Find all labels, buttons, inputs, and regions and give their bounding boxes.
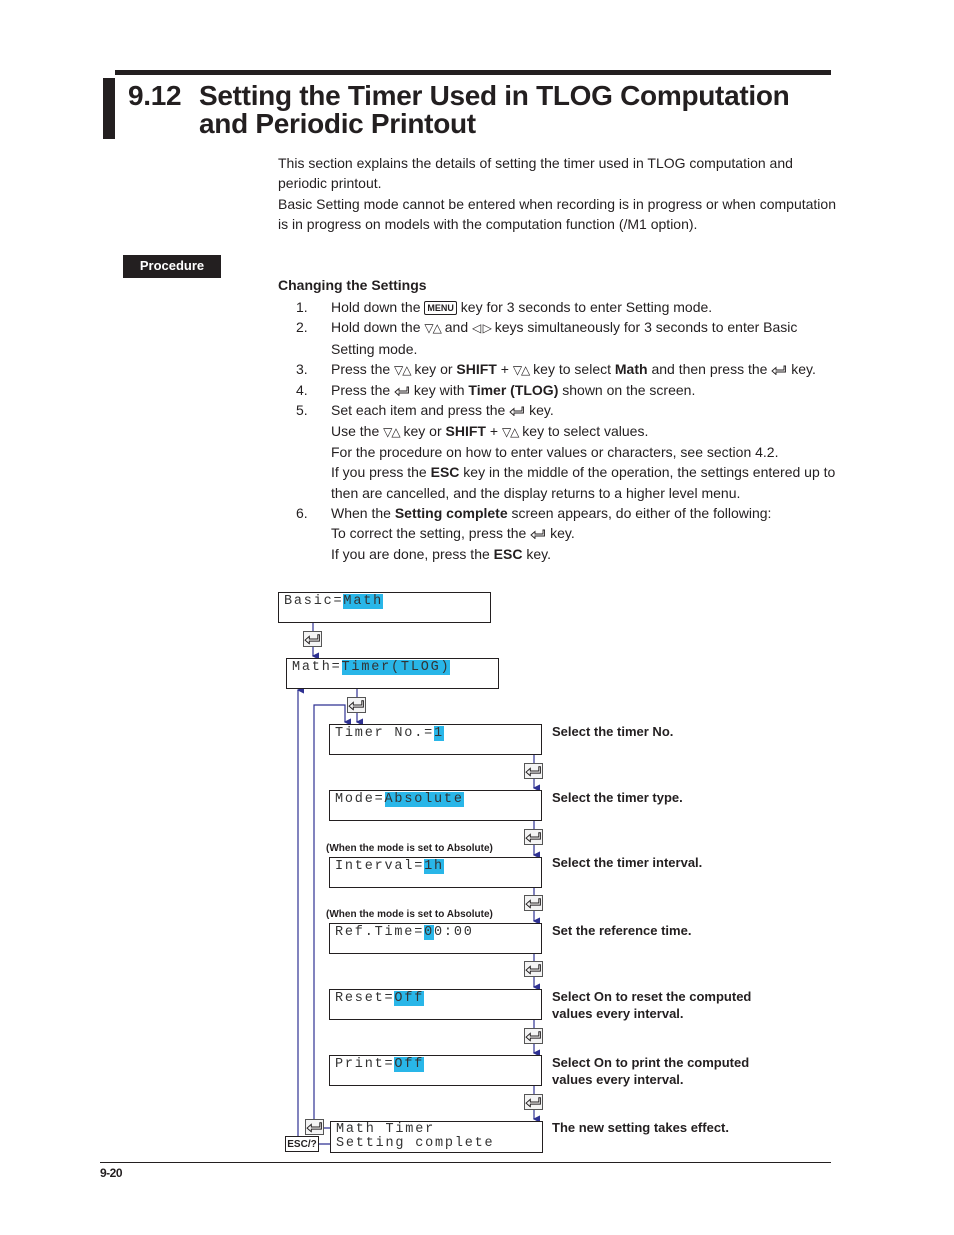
lcd-value: 1h — [424, 859, 444, 874]
lcd-value: Timer(TLOG) — [341, 660, 451, 675]
enter-key-icon — [303, 631, 322, 647]
lcd-value: Off — [394, 991, 425, 1006]
enter-key-icon — [524, 829, 543, 845]
enter-key-icon — [524, 1094, 543, 1110]
lcd-mode: Mode=Absolute — [329, 790, 542, 821]
desc-complete: The new setting takes effect. — [552, 1120, 729, 1135]
lcd-math: Math=Timer(TLOG) — [286, 658, 499, 689]
enter-key-icon — [524, 895, 543, 911]
desc-ref-time: Set the reference time. — [552, 923, 692, 938]
desc-timer-no: Select the timer No. — [552, 724, 674, 739]
desc-mode: Select the timer type. — [552, 790, 683, 805]
enter-key-icon — [305, 1119, 324, 1135]
lcd-value: Absolute — [384, 792, 464, 807]
page-number: 9-20 — [100, 1166, 123, 1180]
lcd-interval: Interval=1h — [329, 857, 542, 888]
desc-reset: Select On to reset the computed values e… — [552, 989, 752, 1021]
enter-key-icon — [524, 763, 543, 779]
condition-note: (When the mode is set to Absolute) — [326, 909, 493, 920]
lcd-value: Off — [394, 1057, 425, 1072]
lcd-setting-complete: Math Timer Setting complete — [330, 1121, 543, 1153]
desc-print: Select On to print the computed values e… — [552, 1055, 750, 1087]
enter-key-icon — [524, 961, 543, 977]
enter-key-icon — [347, 697, 366, 713]
footer-rule — [100, 1162, 831, 1163]
lcd-timer-no: Timer No.=1 — [329, 724, 542, 755]
lcd-value: 0 — [424, 925, 435, 940]
lcd-ref-time: Ref.Time=00:00 — [329, 923, 542, 954]
esc-key-icon: ESC/? — [285, 1136, 319, 1152]
lcd-print: Print=Off — [329, 1055, 542, 1086]
enter-key-icon — [524, 1028, 543, 1044]
condition-note: (When the mode is set to Absolute) — [326, 843, 493, 854]
desc-interval: Select the timer interval. — [552, 855, 703, 870]
lcd-reset: Reset=Off — [329, 989, 542, 1020]
lcd-value: Math — [343, 594, 384, 609]
lcd-basic: Basic=Math — [278, 592, 491, 623]
lcd-value: 1 — [434, 726, 444, 741]
